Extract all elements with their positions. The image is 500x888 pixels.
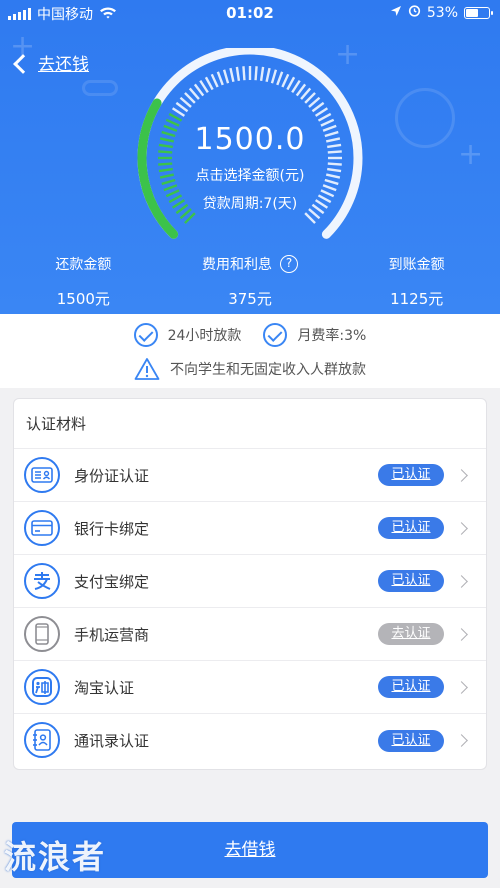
- fee-interest-label: 费用和利息: [202, 257, 272, 273]
- battery-percent: 53%: [426, 4, 458, 21]
- gauge-tick: [242, 66, 246, 81]
- status-badge[interactable]: 已认证: [378, 570, 444, 592]
- verification-card: 认证材料 身份证认证 已认证 银行卡绑定 已认证 支付宝绑定 已认证 手机运营商…: [13, 398, 487, 770]
- back-label: 去还钱: [38, 55, 89, 75]
- gauge-tick: [259, 66, 265, 81]
- gauge-tick: [175, 101, 189, 113]
- loan-amount: 1500.0: [194, 122, 306, 157]
- chevron-right-icon: [455, 680, 468, 694]
- verify-label: 支付宝绑定: [74, 572, 150, 591]
- bank-card-icon: [24, 510, 60, 546]
- gauge-tick: [222, 69, 230, 84]
- taobao-icon: [24, 669, 60, 705]
- verify-label: 手机运营商: [74, 625, 150, 644]
- gauge-tick: [229, 67, 235, 83]
- notice-text: 不向学生和无固定收入人群放款: [170, 362, 366, 378]
- repay-amount-value: 1500元: [56, 290, 110, 308]
- chevron-left-icon: [13, 53, 33, 74]
- gauge-tick: [168, 112, 183, 122]
- feature-rate-label: 月费率:3%: [297, 328, 367, 344]
- watermark: 流浪者: [4, 838, 107, 876]
- back-button[interactable]: 去还钱: [13, 50, 89, 75]
- gauge-tick: [276, 71, 284, 86]
- chevron-right-icon: [455, 734, 468, 747]
- gauge-tick: [235, 66, 241, 81]
- gauge-tick: [286, 76, 296, 91]
- gauge-tick: [317, 112, 332, 122]
- gauge-tick: [254, 66, 258, 81]
- location-icon: [390, 5, 402, 21]
- status-badge[interactable]: 已认证: [378, 464, 444, 486]
- contacts-icon: [24, 722, 60, 758]
- chevron-right-icon: [455, 627, 468, 641]
- notice-row: 不向学生和无固定收入人群放款: [0, 354, 500, 384]
- verify-row-bank-card[interactable]: 银行卡绑定 已认证: [14, 502, 486, 555]
- gauge-tick: [210, 73, 219, 88]
- status-badge[interactable]: 已认证: [378, 676, 444, 698]
- alarm-icon: [408, 4, 421, 21]
- phone-icon: [24, 616, 60, 652]
- gauge-tick: [281, 73, 290, 88]
- verify-label: 身份证认证: [74, 466, 150, 485]
- warning-icon: [134, 358, 160, 380]
- received-amount-value: 1125元: [390, 290, 444, 308]
- repay-amount: 还款金额 1500元: [0, 254, 167, 309]
- received-amount: 到账金额 1125元: [333, 254, 500, 309]
- gauge-tick: [314, 107, 329, 117]
- feature-row: 24小时放款 月费率:3%: [0, 319, 500, 351]
- chevron-right-icon: [455, 521, 468, 535]
- check-circle-icon: [133, 323, 158, 347]
- status-badge[interactable]: 去认证: [378, 623, 444, 645]
- feature-24h: 24小时放款: [133, 323, 242, 347]
- gauge-tick: [216, 71, 224, 86]
- chevron-right-icon: [455, 574, 468, 588]
- verify-label: 通讯录认证: [74, 732, 150, 750]
- gauge-tick: [193, 83, 205, 97]
- feature-24h-label: 24小时放款: [167, 328, 242, 344]
- ring-decoration: [395, 88, 455, 148]
- help-icon[interactable]: ?: [280, 255, 298, 273]
- verify-row-id-card[interactable]: 身份证认证 已认证: [14, 449, 486, 502]
- notice: 不向学生和无固定收入人群放款: [134, 357, 366, 381]
- id-card-icon: [24, 457, 60, 493]
- header-banner: + + + 中国移动 01:02 53% 去还钱 1500.0 点击选择金额(元…: [0, 0, 500, 314]
- gauge-tick: [311, 101, 325, 113]
- ring-decoration: [82, 80, 118, 96]
- status-badge[interactable]: 已认证: [378, 729, 444, 752]
- verification-title: 认证材料: [14, 399, 486, 449]
- verify-label: 淘宝认证: [74, 678, 135, 697]
- verify-row-mobile-carrier[interactable]: 手机运营商 去认证: [14, 608, 486, 661]
- received-amount-label: 到账金额: [388, 257, 445, 273]
- status-bar: 中国移动 01:02 53%: [0, 0, 500, 26]
- status-badge[interactable]: 已认证: [378, 517, 444, 539]
- verify-row-taobao[interactable]: 淘宝认证 已认证: [14, 661, 486, 714]
- fee-interest: 费用和利息? 375元: [167, 254, 334, 309]
- loan-period: 贷款周期:7(天): [202, 196, 298, 212]
- verify-row-alipay[interactable]: 支付宝绑定 已认证: [14, 555, 486, 608]
- gauge-tick: [171, 107, 186, 117]
- feature-rate: 月费率:3%: [263, 323, 366, 347]
- battery-icon: [464, 6, 493, 19]
- gauge-tick: [295, 83, 307, 97]
- gauge-tick: [265, 67, 271, 83]
- alipay-icon: [24, 563, 60, 599]
- verify-label: 银行卡绑定: [74, 519, 150, 538]
- gauge-tick: [204, 76, 214, 91]
- gauge-tick: [199, 79, 209, 94]
- loan-summary: 还款金额 1500元 费用和利息? 375元 到账金额 1125元: [0, 254, 500, 309]
- gauge-tick: [270, 69, 278, 84]
- feature-panel: 24小时放款 月费率:3% 不向学生和无固定收入人群放款: [0, 314, 500, 388]
- chevron-right-icon: [455, 468, 468, 482]
- verify-row-contacts[interactable]: 通讯录认证 已认证: [14, 714, 486, 767]
- gauge-tick: [291, 79, 301, 94]
- gauge-readout: 1500.0 点击选择金额(元) 贷款周期:7(天): [130, 122, 370, 213]
- repay-amount-label: 还款金额: [55, 257, 112, 273]
- fee-interest-value: 375元: [228, 290, 272, 308]
- plus-decoration-icon: +: [458, 137, 484, 172]
- check-circle-icon: [263, 323, 288, 347]
- amount-hint: 点击选择金额(元): [195, 168, 305, 184]
